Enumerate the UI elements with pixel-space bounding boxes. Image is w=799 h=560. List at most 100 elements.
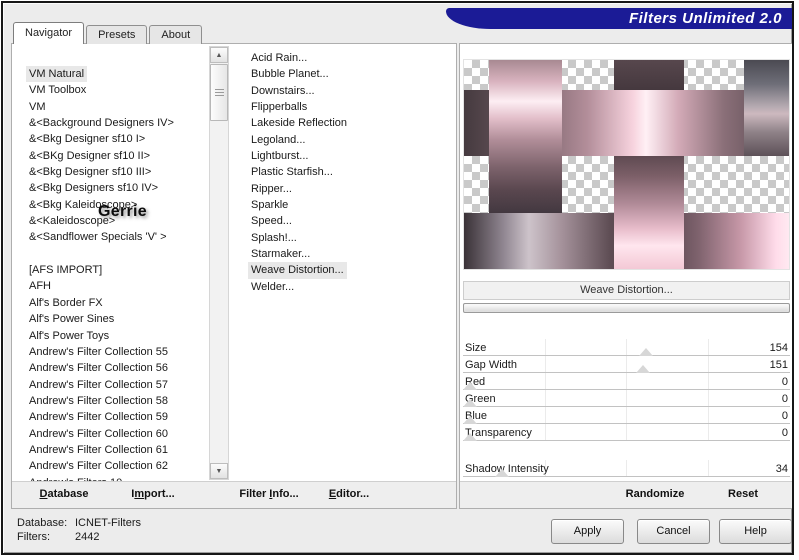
filters-label: Filters: [17, 530, 75, 544]
slider-group: Size 154 Gap Width 151 Red 0 Green 0 Blu [463, 339, 790, 477]
category-item[interactable]: Andrew's Filter Collection 56 [26, 360, 171, 376]
category-scrollbar[interactable]: ▲ ▼ [209, 46, 229, 480]
category-item[interactable]: &<Sandflower Specials 'V' > [26, 229, 170, 245]
slider-value: 0 [782, 393, 788, 405]
filter-item[interactable]: Lightburst... [248, 148, 311, 164]
status-area: Database:ICNET-Filters Filters:2442 [17, 516, 141, 544]
slider-value: 0 [782, 427, 788, 439]
slider-thumb[interactable] [463, 433, 477, 441]
title-banner: Filters Unlimited 2.0 [446, 8, 792, 29]
tab-bar: NavigatorPresetsAbout [13, 22, 204, 44]
category-item[interactable]: Alf's Border FX [26, 295, 106, 311]
filter-item[interactable]: Starmaker... [248, 246, 313, 262]
cancel-button[interactable]: Cancel [637, 519, 710, 544]
filter-item[interactable]: Flipperballs [248, 99, 310, 115]
help-button[interactable]: Help [719, 519, 792, 544]
filter-item[interactable]: Downstairs... [248, 83, 318, 99]
scroll-up-icon[interactable]: ▲ [210, 47, 228, 63]
filter-item[interactable]: Weave Distortion... [248, 262, 347, 278]
filter-item[interactable]: Legoland... [248, 132, 308, 148]
navigator-panel: VM NaturalVM ToolboxVM&<Background Desig… [11, 43, 457, 509]
filter-item[interactable]: Welder... [248, 279, 297, 295]
filter-name-button[interactable]: Weave Distortion... [463, 281, 790, 300]
slider-label: Gap Width [465, 359, 517, 371]
filter-preview-image [463, 59, 790, 270]
category-item[interactable]: &<Bkg Designer sf10 I> [26, 131, 148, 147]
slider-thumb[interactable] [463, 399, 477, 407]
category-item[interactable]: VM [26, 99, 66, 115]
tab[interactable]: Presets [86, 25, 147, 44]
filter-item[interactable]: Acid Rain... [248, 50, 310, 66]
action-button[interactable]: Filter Info... [239, 488, 298, 500]
filter-item[interactable]: Bubble Planet... [248, 66, 332, 82]
slider-value: 0 [782, 376, 788, 388]
weave-ribbon [744, 60, 790, 156]
filters-unlimited-dialog: Filters Unlimited 2.0 NavigatorPresetsAb… [1, 1, 794, 555]
filter-item[interactable]: Plastic Starfish... [248, 164, 336, 180]
tab[interactable]: About [149, 25, 202, 44]
category-item[interactable]: Andrew's Filter Collection 61 [26, 442, 171, 458]
slider-value: 0 [782, 410, 788, 422]
category-item[interactable] [26, 246, 66, 262]
watermark-gerrie: Gerrie [98, 203, 147, 221]
category-item[interactable]: &<Bkg Designer sf10 III> [26, 164, 154, 180]
category-item[interactable]: &<Background Designers IV> [26, 115, 177, 131]
filter-item[interactable]: Splash!... [248, 230, 300, 246]
category-item[interactable]: VM Toolbox [26, 82, 89, 98]
slider-thumb[interactable] [463, 382, 477, 390]
category-item[interactable]: Alf's Power Toys [26, 328, 112, 344]
left-action-strip: Database Import... Filter Info... Editor... [12, 481, 456, 508]
slider-row[interactable]: Transparency 0 [463, 424, 790, 441]
slider-row[interactable]: Shadow Intensity 34 [463, 460, 790, 477]
slider-row[interactable]: Blue 0 [463, 407, 790, 424]
slider-thumb[interactable] [639, 348, 653, 356]
progress-bar [463, 303, 790, 313]
filter-item[interactable]: Sparkle [248, 197, 291, 213]
slider-row[interactable]: Green 0 [463, 390, 790, 407]
weave-ribbon [489, 60, 562, 213]
category-item[interactable]: &<Bkg Designers sf10 IV> [26, 180, 161, 196]
filter-list: Acid Rain...Bubble Planet...Downstairs..… [242, 44, 454, 481]
slider-value: 34 [776, 463, 788, 475]
tab[interactable]: Navigator [13, 22, 84, 44]
action-button[interactable]: Editor... [329, 488, 369, 500]
right-action-strip: Randomize Reset [460, 481, 793, 508]
category-item[interactable]: Andrew's Filter Collection 62 [26, 458, 171, 474]
category-item[interactable]: Andrew's Filter Collection 57 [26, 377, 171, 393]
category-item[interactable]: AFH [26, 278, 66, 294]
filter-item[interactable]: Speed... [248, 213, 295, 229]
scroll-down-icon[interactable]: ▼ [210, 463, 228, 479]
action-button[interactable]: Import... [131, 488, 174, 500]
app-title: Filters Unlimited 2.0 [629, 10, 782, 27]
category-item[interactable]: &<BKg Designer sf10 II> [26, 148, 153, 164]
action-button[interactable]: Randomize [626, 488, 685, 500]
slider-row[interactable]: Size 154 [463, 339, 790, 356]
category-item[interactable]: Andrew's Filter Collection 59 [26, 409, 171, 425]
apply-button[interactable]: Apply [551, 519, 624, 544]
action-button[interactable]: Database [40, 488, 89, 500]
category-item[interactable]: [AFS IMPORT] [26, 262, 105, 278]
category-item[interactable]: Alf's Power Sines [26, 311, 117, 327]
category-item[interactable]: Andrew's Filter Collection 58 [26, 393, 171, 409]
filters-value: 2442 [75, 531, 99, 543]
slider-value: 151 [770, 359, 788, 371]
category-list: VM NaturalVM ToolboxVM&<Background Desig… [12, 44, 208, 481]
action-button[interactable]: Reset [728, 488, 758, 500]
category-item[interactable]: Andrew's Filter Collection 55 [26, 344, 171, 360]
filter-control-panel: Weave Distortion... Size 154 Gap Width 1… [459, 43, 794, 509]
slider-label: Size [465, 342, 486, 354]
slider-row[interactable]: Gap Width 151 [463, 356, 790, 373]
slider-row[interactable]: Red 0 [463, 373, 790, 390]
slider-value: 154 [770, 342, 788, 354]
filter-item[interactable]: Lakeside Reflection [248, 115, 350, 131]
slider-thumb[interactable] [495, 469, 509, 477]
database-value: ICNET-Filters [75, 517, 141, 529]
slider-thumb[interactable] [463, 416, 477, 424]
filter-item[interactable]: Ripper... [248, 181, 295, 197]
category-item[interactable]: Andrew's Filter Collection 60 [26, 426, 171, 442]
database-label: Database: [17, 516, 75, 530]
scrollbar-thumb[interactable] [210, 64, 228, 121]
slider-thumb[interactable] [636, 365, 650, 373]
scrollbar-grip-icon [215, 89, 224, 97]
category-item[interactable]: VM Natural [26, 66, 87, 82]
